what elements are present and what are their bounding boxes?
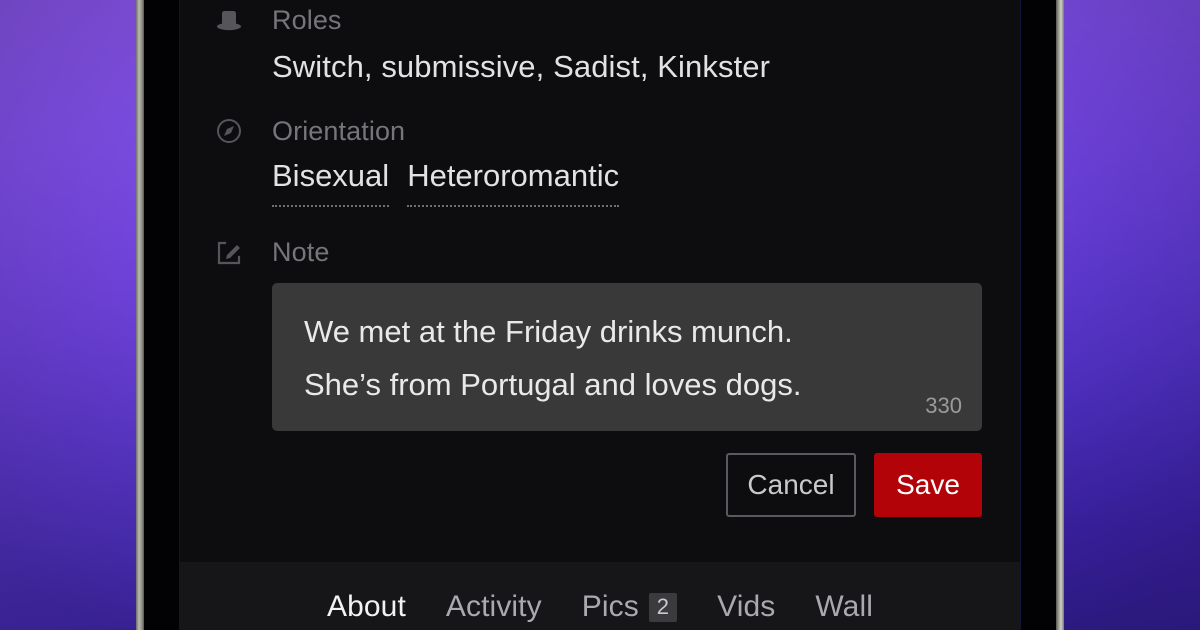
note-textarea[interactable]: We met at the Friday drinks munch. She’s… <box>272 282 982 431</box>
note-action-row: Cancel Save <box>272 452 992 517</box>
field-orientation-label: Orientation <box>272 115 406 146</box>
tab-wall-label: Wall <box>815 590 873 623</box>
tab-pics-label: Pics <box>581 590 639 623</box>
tab-pics-badge: 2 <box>648 592 678 622</box>
screen-edge-right <box>1020 0 1021 630</box>
orientation-value-heteroromantic[interactable]: Heteroromantic <box>407 159 620 207</box>
save-button[interactable]: Save <box>874 452 982 517</box>
orientation-value-list: Bisexual Heteroromantic <box>272 159 992 207</box>
note-line-2: She’s from Portugal and loves dogs. <box>304 366 802 402</box>
field-orientation-header: Orientation <box>217 111 992 151</box>
tab-about[interactable]: About <box>307 590 426 624</box>
note-line-1: We met at the Friday drinks munch. <box>304 313 793 349</box>
screenshot-stage: Roles Switch, submissive, Sadist, Kinkst… <box>0 0 1200 630</box>
field-orientation: Orientation Bisexual Heteroromantic <box>180 111 1020 207</box>
edit-note-icon <box>212 236 246 270</box>
tab-activity-label: Activity <box>445 590 542 623</box>
tab-wall[interactable]: Wall <box>795 590 893 624</box>
profile-tabbar: About Activity Pics 2 Vids Wall <box>180 562 1020 630</box>
field-note-header: Note <box>217 233 992 273</box>
field-note: Note We met at the Friday drinks munch. … <box>180 233 1020 517</box>
cancel-button[interactable]: Cancel <box>726 452 856 517</box>
tab-vids-label: Vids <box>717 590 776 623</box>
compass-icon <box>212 114 246 148</box>
profile-detail-content: Roles Switch, submissive, Sadist, Kinkst… <box>180 0 1020 517</box>
tab-about-label: About <box>327 590 406 623</box>
top-hat-icon <box>212 3 246 37</box>
phone-device: Roles Switch, submissive, Sadist, Kinkst… <box>136 0 1064 630</box>
field-roles-label: Roles <box>272 4 342 35</box>
field-note-label: Note <box>272 237 330 268</box>
field-roles: Roles Switch, submissive, Sadist, Kinkst… <box>180 0 1020 85</box>
note-editor-wrap: We met at the Friday drinks munch. She’s… <box>272 282 992 431</box>
orientation-value-bisexual[interactable]: Bisexual <box>272 159 390 207</box>
field-roles-value: Switch, submissive, Sadist, Kinkster <box>272 49 771 84</box>
field-roles-header: Roles <box>217 0 992 40</box>
app-screen: Roles Switch, submissive, Sadist, Kinkst… <box>180 0 1020 630</box>
tab-pics[interactable]: Pics 2 <box>562 590 697 624</box>
tab-activity[interactable]: Activity <box>426 590 562 624</box>
tab-vids[interactable]: Vids <box>697 590 795 624</box>
note-character-counter: 330 <box>925 392 962 418</box>
